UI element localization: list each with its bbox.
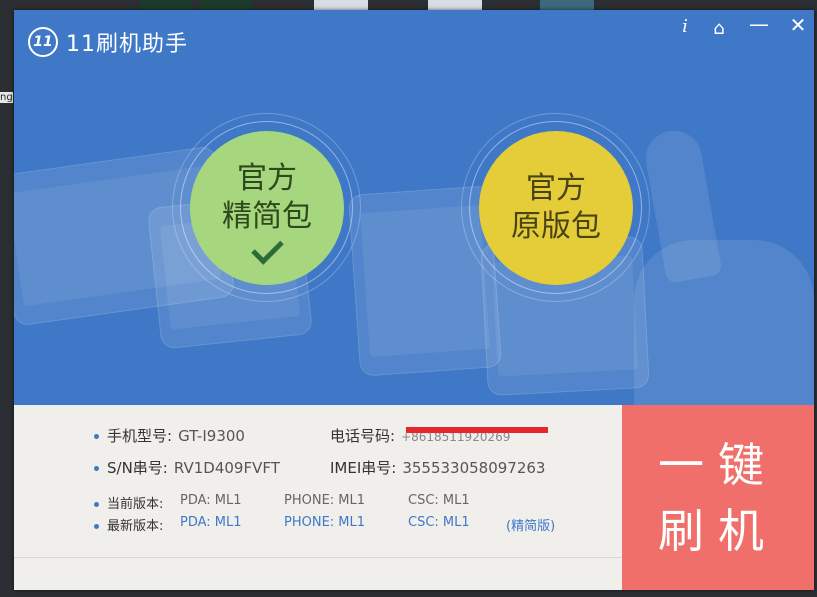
flash-button-line1: 一键 [658, 437, 778, 492]
background-hand-image [634, 240, 814, 405]
package-slim-line2: 精简包 [222, 198, 312, 234]
package-original-line2: 原版包 [511, 209, 601, 244]
latest-csc: CSC: ML1 [408, 515, 470, 530]
current-phone: PHONE: ML1 [284, 493, 366, 508]
package-slim-official[interactable]: 官方 精简包 [172, 113, 362, 303]
bullet-icon [94, 466, 99, 471]
package-slim-circle: 官方 精简包 [190, 131, 344, 285]
flash-button-line2: 刷机 [658, 503, 778, 558]
close-icon[interactable]: ✕ [787, 13, 809, 37]
device-info-panel: 手机型号: GT-I9300 电话号码: +8618511920269 S/N串号:… [14, 405, 622, 590]
package-original-circle: 官方 原版包 [479, 131, 633, 285]
minimize-icon[interactable]: — [748, 12, 770, 36]
desktop-thumbnail [314, 0, 368, 10]
latest-pda: PDA: ML1 [180, 515, 242, 530]
current-version-label: 当前版本: [107, 497, 164, 512]
redaction-bar [406, 427, 548, 433]
app-logo: 11 11刷机助手 [28, 26, 188, 58]
imei-row: IMEI串号: 355533058097263 [330, 457, 545, 478]
model-value: GT-I9300 [178, 427, 245, 445]
desktop-label: ng [0, 92, 13, 103]
sn-row: S/N串号: RV1D409FVFT [94, 457, 280, 478]
latest-version-label: 最新版本: [107, 519, 164, 534]
package-original-line1: 官方 [526, 171, 586, 206]
hero-panel: 11 11刷机助手 i ⌂ — ✕ 官方 精简包 官方 原版包 [14, 10, 814, 405]
app-window: 11 11刷机助手 i ⌂ — ✕ 官方 精简包 官方 原版包 手机型号: GT… [14, 10, 814, 590]
desktop-thumbnail [540, 0, 594, 10]
latest-phone: PHONE: ML1 [284, 515, 366, 530]
model-row: 手机型号: GT-I9300 [94, 425, 245, 446]
check-icon [250, 231, 284, 265]
current-version-row: 当前版本: PDA: ML1 PHONE: ML1 CSC: ML1 [94, 493, 614, 512]
sn-value: RV1D409FVFT [173, 459, 280, 477]
sn-label: S/N串号: [107, 459, 168, 477]
home-icon[interactable]: ⌂ [708, 18, 730, 39]
phone-label: 电话号码: [330, 427, 396, 445]
latest-version-row: 最新版本: PDA: ML1 PHONE: ML1 CSC: ML1 (精简版) [94, 515, 614, 534]
latest-edition-note: (精简版) [506, 519, 556, 534]
bullet-icon [94, 434, 99, 439]
current-csc: CSC: ML1 [408, 493, 470, 508]
current-pda: PDA: ML1 [180, 493, 242, 508]
package-slim-line1: 官方 [237, 160, 297, 196]
logo-icon: 11 [28, 27, 58, 57]
desktop-thumbnail [140, 0, 192, 10]
info-icon[interactable]: i [674, 16, 696, 37]
model-label: 手机型号: [107, 427, 173, 445]
desktop-thumbnail [428, 0, 482, 10]
bullet-icon [94, 502, 99, 507]
one-click-flash-button[interactable]: 一键 刷机 [622, 405, 814, 590]
divider [14, 557, 622, 558]
imei-label: IMEI串号: [330, 459, 397, 477]
desktop-thumbnail [200, 0, 252, 10]
package-original-official[interactable]: 官方 原版包 [461, 113, 651, 303]
bullet-icon [94, 524, 99, 529]
app-title: 11刷机助手 [66, 32, 188, 57]
imei-value: 355533058097263 [402, 459, 546, 477]
